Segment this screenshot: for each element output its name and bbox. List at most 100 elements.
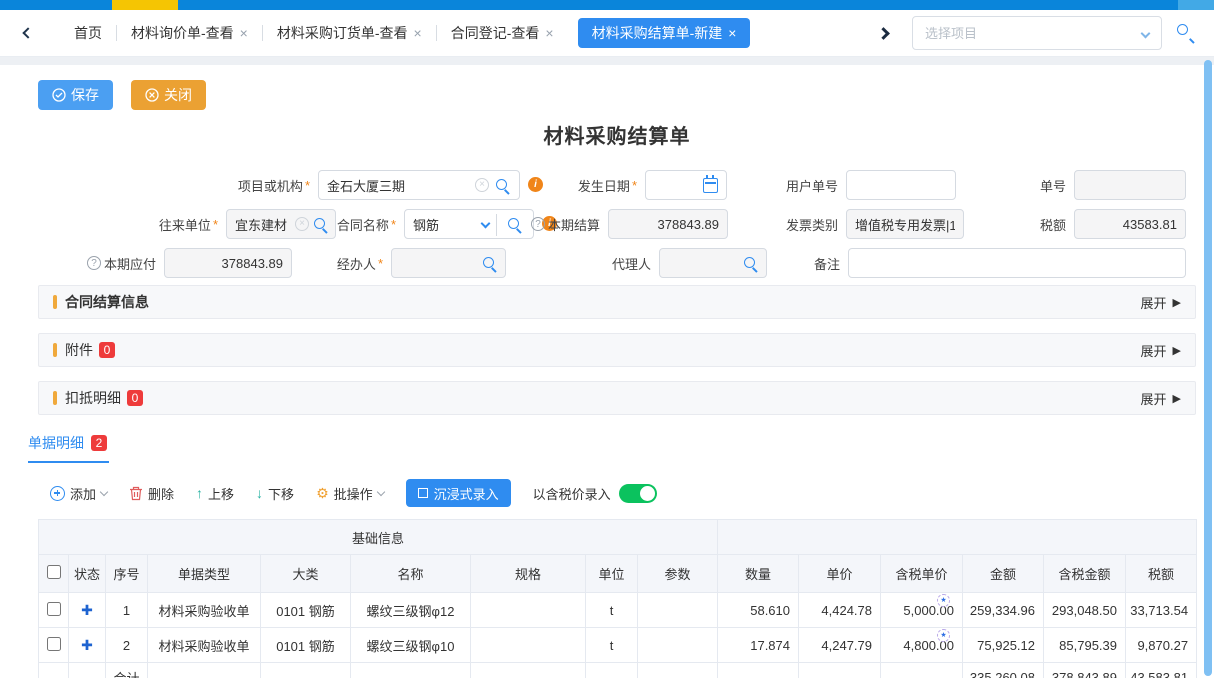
expand-control[interactable]: 展开 ▶ (1141, 341, 1181, 360)
close-icon[interactable]: × (414, 26, 422, 40)
clear-icon[interactable]: × (475, 178, 489, 192)
project-field[interactable]: × (318, 170, 520, 200)
chevron-left-icon[interactable] (22, 27, 33, 38)
tax-price-cell[interactable]: 4,800.00 ★ (881, 628, 963, 663)
section-title: 合同结算信息 (65, 292, 149, 312)
check-circle-icon (52, 88, 66, 102)
user-doc-no-input[interactable] (847, 171, 955, 199)
occur-date-field[interactable] (645, 170, 727, 200)
price-cell: 4,424.78 (799, 593, 881, 628)
brackets-icon (418, 486, 428, 501)
section-contract-settlement[interactable]: 合同结算信息 展开 ▶ (38, 285, 1196, 319)
section-title: 附件 (65, 340, 93, 360)
tab-detail-lines[interactable]: 单据明细 2 (28, 433, 109, 463)
current-payable-field (164, 248, 292, 278)
move-down-button[interactable]: ↓ 下移 (256, 484, 294, 503)
doc-no-input (1075, 171, 1185, 199)
vertical-scrollbar[interactable] (1204, 60, 1212, 676)
col-amount-tax: 含税金额 (1044, 555, 1126, 593)
detail-table: 基础信息 状态 序号 单据类型 大类 名称 规格 单位 参数 数量 单价 含税单… (38, 519, 1197, 678)
header-form: 项目或机构* × i 发生日期* 用户单号 单号 往来单位* (38, 163, 1186, 285)
search-icon[interactable] (482, 256, 498, 272)
add-button[interactable]: 添加 (50, 484, 107, 503)
handler-field[interactable] (391, 248, 506, 278)
project-label: 项目或机构* (38, 170, 310, 200)
amount-cell: 75,925.12 (963, 628, 1044, 663)
plus-circle-icon (50, 486, 65, 501)
edited-marker-icon: ★ (937, 629, 950, 642)
search-icon[interactable] (743, 256, 759, 272)
total-amount-cell: 335,260.08 (963, 663, 1044, 678)
move-up-button[interactable]: ↑ 上移 (196, 484, 234, 503)
total-tax-cell: 43,583.81 (1126, 663, 1197, 678)
group-header-basic-info: 基础信息 (39, 520, 718, 555)
section-attachments[interactable]: 附件 0 展开 ▶ (38, 333, 1196, 367)
contract-name-label: 合同名称* (278, 209, 396, 239)
tab-material-inquiry[interactable]: 材料询价单-查看 × (117, 18, 262, 48)
remark-input[interactable] (849, 249, 1185, 277)
tab-contract-register[interactable]: 合同登记-查看 × (437, 18, 568, 48)
section-title: 扣抵明细 (65, 388, 121, 408)
expand-control[interactable]: 展开 ▶ (1141, 389, 1181, 408)
remark-field[interactable] (848, 248, 1186, 278)
tab-home[interactable]: 首页 (60, 18, 116, 48)
tax-amount-label: 税额 (1018, 209, 1066, 239)
project-select-input[interactable] (925, 26, 1131, 41)
spec-cell (471, 593, 586, 628)
select-all-header (39, 555, 69, 593)
caret-right-icon: ▶ (1173, 344, 1181, 357)
close-button[interactable]: 关闭 (131, 80, 206, 110)
calendar-icon[interactable] (703, 178, 718, 193)
user-doc-no-label: 用户单号 (728, 170, 838, 200)
project-input[interactable] (319, 171, 519, 199)
row-checkbox[interactable] (47, 637, 61, 651)
batch-ops-button[interactable]: ⚙ 批操作 (316, 484, 384, 503)
close-icon[interactable]: × (545, 26, 553, 40)
chevron-down-icon (1141, 29, 1151, 39)
agent-field[interactable] (659, 248, 767, 278)
chevron-right-icon[interactable] (877, 27, 890, 40)
tab-purchase-order[interactable]: 材料采购订货单-查看 × (263, 18, 436, 48)
col-tax-price: 含税单价 (881, 555, 963, 593)
doc-no-label: 单号 (978, 170, 1066, 200)
total-amount-tax-cell: 378,843.89 (1044, 663, 1126, 678)
col-tax: 税额 (1126, 555, 1197, 593)
qty-cell: 58.610 (718, 593, 799, 628)
plus-status-icon[interactable]: ✚ (81, 602, 93, 618)
close-icon[interactable]: × (728, 26, 736, 40)
close-icon[interactable]: × (240, 26, 248, 40)
arrow-up-icon: ↑ (196, 485, 203, 501)
count-badge: 2 (91, 435, 107, 451)
question-icon[interactable]: ? (531, 217, 545, 231)
doc-type-cell: 材料采购验收单 (148, 593, 261, 628)
trash-icon (129, 486, 143, 501)
project-select[interactable] (912, 16, 1162, 50)
section-deduction-detail[interactable]: 扣抵明细 0 展开 ▶ (38, 381, 1196, 415)
tab-settlement-new-active[interactable]: 材料采购结算单-新建 × (578, 18, 751, 48)
expand-control[interactable]: 展开 ▶ (1141, 293, 1181, 312)
price-cell: 4,247.79 (799, 628, 881, 663)
occur-date-label: 发生日期* (508, 170, 637, 200)
save-button[interactable]: 保存 (38, 80, 113, 110)
edited-marker-icon: ★ (937, 594, 950, 607)
user-doc-no-field[interactable] (846, 170, 956, 200)
row-checkbox[interactable] (47, 602, 61, 616)
col-param: 参数 (638, 555, 718, 593)
question-icon[interactable]: ? (87, 256, 101, 270)
search-icon[interactable] (1176, 23, 1196, 43)
delete-button[interactable]: 删除 (129, 484, 174, 503)
immersive-entry-button[interactable]: 沉浸式录入 (406, 479, 511, 507)
arrow-down-icon: ↓ (256, 485, 263, 501)
col-status: 状态 (69, 555, 106, 593)
tab-label: 材料询价单-查看 (131, 23, 234, 43)
toggle-label: 以含税价录入 (533, 484, 611, 503)
plus-status-icon[interactable]: ✚ (81, 637, 93, 653)
select-all-checkbox[interactable] (47, 565, 61, 579)
close-circle-icon (145, 88, 159, 102)
agent-label: 代理人 (583, 248, 651, 278)
invoice-type-field (846, 209, 964, 239)
chevron-down-icon (376, 487, 384, 495)
col-qty: 数量 (718, 555, 799, 593)
tax-price-toggle[interactable] (619, 484, 657, 503)
tax-price-cell[interactable]: 5,000.00 ★ (881, 593, 963, 628)
